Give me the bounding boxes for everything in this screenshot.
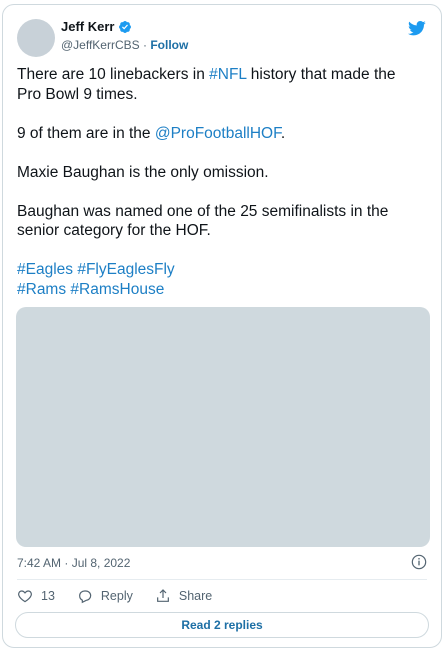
hashtag-link[interactable]: #FlyEaglesFly (77, 261, 174, 278)
avatar[interactable] (17, 19, 55, 57)
tweet-paragraph: There are 10 linebackers in #NFL history… (17, 65, 422, 104)
text-run: There are 10 linebackers in (17, 66, 210, 83)
tweet-card: Jeff Kerr @JeffKerrCBS · Follow There ar… (2, 4, 442, 648)
hashtag-link[interactable]: #RamsHouse (70, 281, 164, 298)
tweet-paragraph: 9 of them are in the @ProFootballHOF. (17, 124, 422, 144)
hashtag-link[interactable]: #NFL (209, 66, 246, 83)
verified-badge-icon (119, 20, 132, 33)
follow-link[interactable]: Follow (150, 38, 188, 52)
mention-link[interactable]: @ProFootballHOF (155, 125, 281, 142)
share-button[interactable]: Share (155, 588, 212, 604)
share-icon (156, 589, 169, 602)
text-run: 9 of them are in the (17, 124, 155, 142)
media-placeholder[interactable] (16, 307, 430, 547)
author-name[interactable]: Jeff Kerr (61, 19, 114, 34)
read-replies-button[interactable]: Read 2 replies (15, 612, 429, 638)
hashtag-link[interactable]: #Rams (17, 281, 66, 298)
info-icon[interactable] (411, 554, 427, 570)
like-count: 13 (41, 589, 55, 603)
tweet-text: There are 10 linebackers in #NFL history… (17, 65, 422, 299)
author-handle[interactable]: @JeffKerrCBS (61, 38, 140, 52)
tweet-timestamp[interactable]: 7:42 AM · Jul 8, 2022 (17, 556, 130, 570)
separator-dot: · (143, 38, 147, 52)
hashtag-paragraph: #Eagles #FlyEaglesFly #Rams #RamsHouse (17, 260, 422, 299)
reply-button[interactable]: Reply (77, 588, 133, 604)
share-label: Share (178, 589, 213, 603)
text-run: . (280, 124, 286, 142)
reply-label: Reply (100, 589, 133, 603)
heart-icon (18, 590, 32, 603)
hashtag-link[interactable]: #Eagles (17, 261, 73, 278)
tweet-paragraph: Maxie Baughan is the only omission. (17, 163, 269, 181)
author-name-row[interactable]: Jeff Kerr (61, 19, 132, 34)
divider (17, 579, 427, 580)
reply-icon (78, 590, 92, 604)
handle-line: @JeffKerrCBS · Follow (61, 38, 188, 52)
tweet-paragraph: Baughan was named one of the 25 semifina… (17, 202, 389, 240)
action-bar: 13 Reply Share (17, 588, 234, 604)
twitter-bird-icon[interactable] (407, 19, 427, 37)
like-button[interactable]: 13 (17, 588, 55, 604)
